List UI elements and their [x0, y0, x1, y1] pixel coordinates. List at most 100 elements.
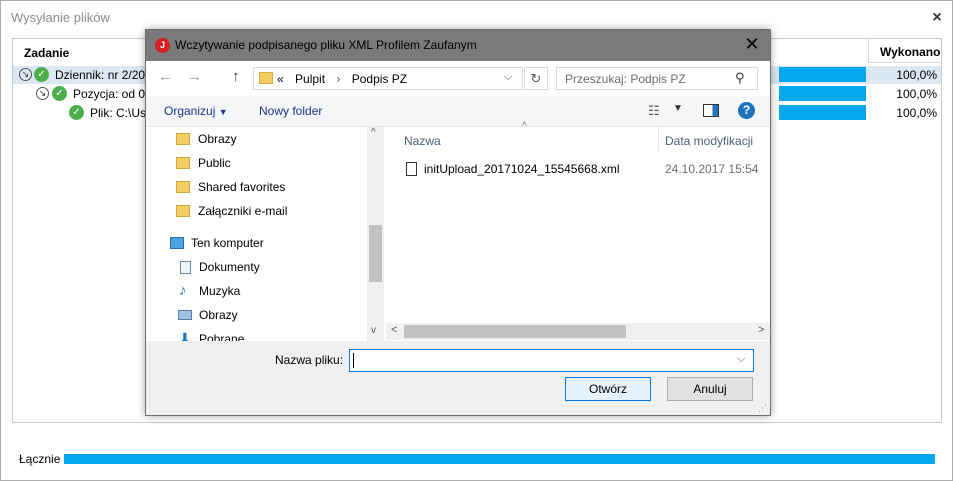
nav-item-label: Załączniki e-mail — [198, 204, 288, 218]
nav-item-label: Dokumenty — [199, 260, 260, 274]
row-label: Pozycja: od 01 — [73, 87, 152, 101]
music-icon: ♪ — [179, 282, 187, 299]
dialog-titlebar[interactable]: J Wczytywanie podpisanego pliku XML Prof… — [146, 30, 770, 61]
text-caret — [353, 353, 354, 368]
window-title: Wysyłanie plików — [11, 10, 110, 25]
nav-item-obrazy[interactable]: Obrazy — [176, 132, 237, 146]
open-button[interactable]: Otwórz — [565, 377, 651, 401]
breadcrumb-pulpit[interactable]: Pulpit — [295, 72, 325, 86]
nav-item-obrazy-2[interactable]: Obrazy — [178, 308, 238, 322]
documents-icon — [180, 261, 191, 274]
folder-check-icon — [176, 205, 190, 217]
cancel-button[interactable]: Anuluj — [667, 377, 753, 401]
nav-item-dokumenty[interactable]: Dokumenty — [180, 260, 260, 274]
new-folder-button[interactable]: Nowy folder — [259, 104, 322, 118]
up-arrow-icon[interactable]: ↑ — [232, 68, 240, 85]
collapse-icon[interactable]: ↘ — [19, 68, 32, 81]
xml-file-icon — [406, 162, 417, 176]
nav-item-label: Muzyka — [199, 284, 241, 298]
command-bar: Organizuj ▼ Nowy folder ☷ ▼ ? — [146, 96, 770, 127]
folder-check-icon — [176, 157, 190, 169]
column-header-done: Wykonano — [880, 45, 941, 59]
view-options-icon[interactable]: ☷ — [648, 103, 660, 119]
file-row[interactable] — [386, 127, 770, 128]
refresh-button[interactable]: ↻ — [524, 67, 548, 90]
total-progress-bar — [64, 454, 935, 464]
file-date: 24.10.2017 15:54 — [665, 162, 759, 176]
row-label: Plik: C:\Use — [90, 106, 153, 120]
folder-shared-icon — [176, 181, 190, 193]
nav-item-shared-favorites[interactable]: Shared favorites — [176, 180, 286, 194]
downloads-icon: ⬇ — [179, 330, 191, 341]
total-label: Łącznie — [19, 452, 61, 466]
file-name: initUpload_20171024_15545668.xml — [424, 162, 620, 176]
chevron-down-icon: ▼ — [218, 107, 228, 117]
nav-item-label: Pobrane — [199, 332, 245, 341]
column-header-name[interactable]: Nazwa — [404, 134, 441, 148]
breadcrumb-separator: › — [336, 72, 341, 86]
breadcrumb: « Pulpit › Podpis PZ — [277, 72, 407, 86]
search-placeholder: Przeszukaj: Podpis PZ — [565, 72, 686, 86]
app-icon: J — [155, 38, 170, 53]
nav-item-label: Shared favorites — [198, 180, 286, 194]
row-label: Dziennik: nr 2/201 — [55, 68, 152, 82]
column-header-date[interactable]: Data modyfikacji — [665, 134, 753, 148]
column-header-done-cell[interactable]: Wykonano — [868, 39, 942, 63]
scroll-thumb[interactable] — [404, 325, 626, 338]
resize-grip-icon[interactable]: ⋰ — [758, 403, 767, 414]
filename-input[interactable]: ⌵ — [349, 349, 754, 372]
scroll-thumb[interactable] — [369, 225, 382, 282]
horizontal-scrollbar[interactable]: < > — [386, 323, 770, 340]
check-icon: ✓ — [69, 105, 84, 120]
nav-item-label: Ten komputer — [191, 236, 264, 250]
close-button[interactable]: × — [929, 9, 945, 27]
filename-label: Nazwa pliku: — [275, 353, 344, 367]
back-arrow-icon[interactable]: ← — [158, 68, 173, 85]
scroll-down-icon[interactable]: v — [371, 325, 376, 336]
dialog-close-button[interactable]: ✕ — [742, 34, 762, 55]
chevron-down-icon[interactable]: ▼ — [673, 103, 683, 114]
scroll-up-icon[interactable]: ^ — [371, 127, 376, 138]
dialog-title: Wczytywanie podpisanego pliku XML Profil… — [175, 38, 477, 52]
computer-icon — [170, 237, 184, 249]
breadcrumb-podpis-pz[interactable]: Podpis PZ — [352, 72, 407, 86]
column-separator[interactable] — [658, 127, 659, 151]
nav-scrollbar[interactable]: ^ v — [367, 127, 384, 341]
check-icon: ✓ — [52, 86, 67, 101]
organize-label: Organizuj — [164, 104, 216, 118]
navigation-pane: Obrazy Public Shared favorites Załącznik… — [146, 127, 384, 341]
file-item[interactable]: initUpload_20171024_15545668.xml — [406, 162, 620, 176]
dialog-footer: Nazwa pliku: ⌵ Otwórz Anuluj ⋰ — [146, 341, 770, 415]
organize-menu[interactable]: Organizuj ▼ — [164, 104, 228, 118]
search-icon[interactable]: ⚲ — [735, 70, 745, 86]
nav-item-zalaczniki[interactable]: Załączniki e-mail — [176, 204, 288, 218]
folder-check-icon — [176, 133, 190, 145]
row-progress-bar — [779, 105, 866, 120]
row-progress-bar — [779, 86, 866, 101]
scroll-right-icon[interactable]: > — [758, 324, 764, 336]
search-input[interactable]: Przeszukaj: Podpis PZ ⚲ — [556, 67, 758, 90]
chevron-down-icon[interactable]: ⌵ — [504, 71, 512, 84]
address-bar[interactable]: « Pulpit › Podpis PZ ⌵ — [253, 67, 523, 90]
nav-item-muzyka[interactable]: ♪ Muzyka — [179, 282, 241, 299]
preview-pane-icon[interactable] — [703, 104, 719, 117]
column-header-task[interactable]: Zadanie — [24, 46, 69, 60]
collapse-icon[interactable]: ↘ — [36, 87, 49, 100]
row-percent: 100,0% — [896, 106, 937, 120]
breadcrumb-overflow[interactable]: « — [277, 72, 284, 86]
nav-item-ten-komputer[interactable]: Ten komputer — [170, 236, 264, 250]
scroll-left-icon[interactable]: < — [391, 324, 397, 336]
nav-item-public[interactable]: Public — [176, 156, 231, 170]
help-icon[interactable]: ? — [738, 102, 755, 119]
chevron-down-icon[interactable]: ⌵ — [737, 353, 745, 366]
file-list: ^ Nazwa Data modyfikacji initUpload_2017… — [386, 121, 770, 341]
nav-item-label: Obrazy — [199, 308, 238, 322]
forward-arrow-icon[interactable]: → — [187, 68, 202, 85]
nav-item-pobrane[interactable]: ⬇ Pobrane — [179, 330, 245, 341]
open-file-dialog: J Wczytywanie podpisanego pliku XML Prof… — [145, 29, 771, 416]
row-percent: 100,0% — [896, 68, 937, 82]
check-icon: ✓ — [34, 67, 49, 82]
folder-icon — [259, 72, 273, 84]
row-percent: 100,0% — [896, 87, 937, 101]
row-progress-bar — [779, 67, 866, 82]
